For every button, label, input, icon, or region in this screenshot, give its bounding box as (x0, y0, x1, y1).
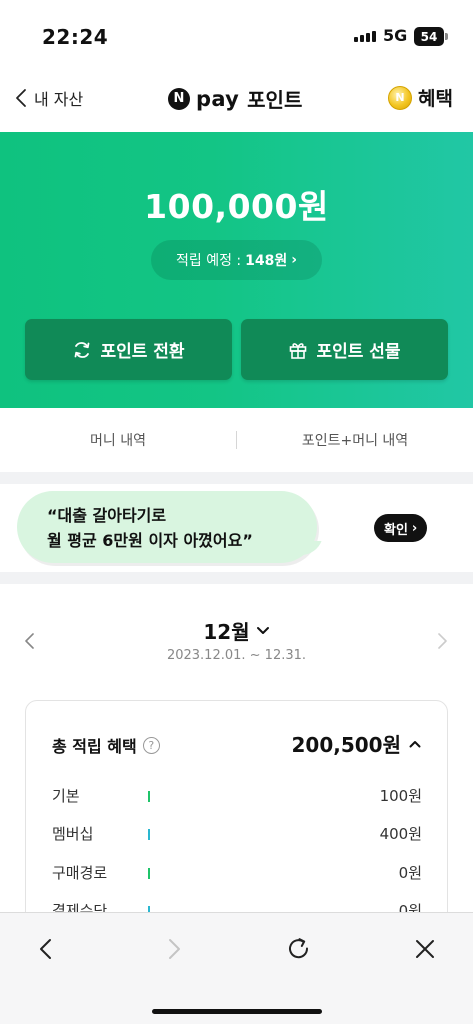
battery-icon: 54 (414, 27, 448, 46)
section-divider (0, 572, 473, 584)
back-button[interactable]: 내 자산 (14, 86, 83, 110)
tab-point-money-history[interactable]: 포인트+머니 내역 (237, 430, 473, 450)
network-type: 5G (383, 26, 408, 45)
summary-title-label: 총 적립 혜택 (52, 737, 137, 756)
month-navigator: 12월 2023.12.01. ~ 12.31. (0, 584, 473, 684)
breakdown-value: 0원 (398, 864, 422, 882)
speech-bubble: “대출 갈아타기로 월 평균 6만원 이자 아꼈어요” (17, 491, 317, 563)
summary-title: 총 적립 혜택 ? (52, 733, 160, 757)
title-pay: pay (196, 86, 240, 111)
tab-money-history[interactable]: 머니 내역 (0, 430, 236, 450)
confirm-label: 확인 (384, 522, 408, 538)
summary-total: 200,500원 (291, 733, 402, 757)
point-balance: 100,000원 (144, 187, 329, 226)
help-icon[interactable]: ? (142, 736, 160, 754)
back-label: 내 자산 (34, 90, 84, 109)
section-divider (0, 472, 473, 484)
title-point: 포인트 (247, 88, 303, 112)
breakdown-row: 구매경로 0원 (52, 862, 422, 884)
banner-line-2: 월 평균 6만원 이자 아꼈어요” (47, 531, 253, 550)
banner-line-1: “대출 갈아타기로 (47, 506, 167, 525)
close-icon[interactable] (411, 935, 439, 963)
points-hero: 100,000원 적립 예정 : 148원 › 포인트 전환 포인트 선물 (0, 132, 473, 408)
breakdown-value: 100원 (379, 787, 422, 805)
loan-banner[interactable]: “대출 갈아타기로 월 평균 6만원 이자 아꼈어요” 확인 › (0, 484, 473, 572)
breakdown-label: 기본 (52, 787, 80, 805)
benefit-label: 혜택 (418, 88, 453, 110)
reload-icon[interactable] (285, 935, 313, 963)
convert-label: 포인트 전환 (100, 342, 185, 362)
date-range: 2023.12.01. ~ 12.31. (166, 648, 307, 663)
chevron-down-icon (256, 626, 269, 634)
refresh-icon (75, 341, 90, 358)
accrual-label: 적립 예정 : (175, 253, 242, 269)
accrual-pill[interactable]: 적립 예정 : 148원 › (151, 240, 322, 280)
month-label: 12월 (203, 620, 250, 644)
gift-icon (290, 342, 307, 359)
naver-logo-icon: N (168, 87, 190, 110)
breakdown-value: 400원 (379, 825, 422, 843)
history-tabs: 머니 내역 포인트+머니 내역 (0, 408, 473, 472)
breakdown-label: 구매경로 (52, 864, 108, 882)
summary-total-toggle[interactable]: 200,500원 (292, 729, 422, 758)
breakdown-bar (148, 829, 150, 840)
gift-label: 포인트 선물 (316, 342, 401, 362)
convert-points-button[interactable]: 포인트 전환 (25, 319, 232, 380)
page-header: 내 자산 N pay 포인트 N 혜택 (0, 70, 473, 132)
browser-toolbar (0, 912, 473, 1024)
status-time: 22:24 (42, 25, 109, 49)
month-selector[interactable]: 12월 (0, 616, 473, 645)
accrual-amount: 148원 (245, 253, 288, 269)
page-title: N pay 포인트 (168, 84, 302, 113)
browser-back-icon[interactable] (33, 935, 61, 963)
confirm-button[interactable]: 확인 › (374, 514, 428, 542)
browser-forward-icon[interactable] (160, 935, 188, 963)
breakdown-bar (148, 868, 150, 879)
chevron-left-icon (16, 89, 26, 107)
chevron-right-icon: › (291, 252, 298, 268)
signal-icon (354, 31, 376, 42)
coin-icon: N (388, 85, 413, 110)
breakdown-row: 기본 100원 (52, 785, 422, 807)
next-month-icon[interactable] (434, 632, 450, 650)
gift-points-button[interactable]: 포인트 선물 (241, 319, 448, 380)
chevron-right-icon: › (411, 520, 418, 536)
breakdown-row: 멤버십 400원 (52, 823, 422, 845)
breakdown-bar (148, 791, 150, 802)
breakdown-label: 멤버십 (52, 825, 94, 843)
home-indicator (152, 1009, 322, 1014)
benefit-button[interactable]: N 혜택 (388, 84, 453, 111)
status-bar: 22:24 5G 54 (0, 0, 473, 70)
chevron-up-icon (409, 740, 421, 747)
